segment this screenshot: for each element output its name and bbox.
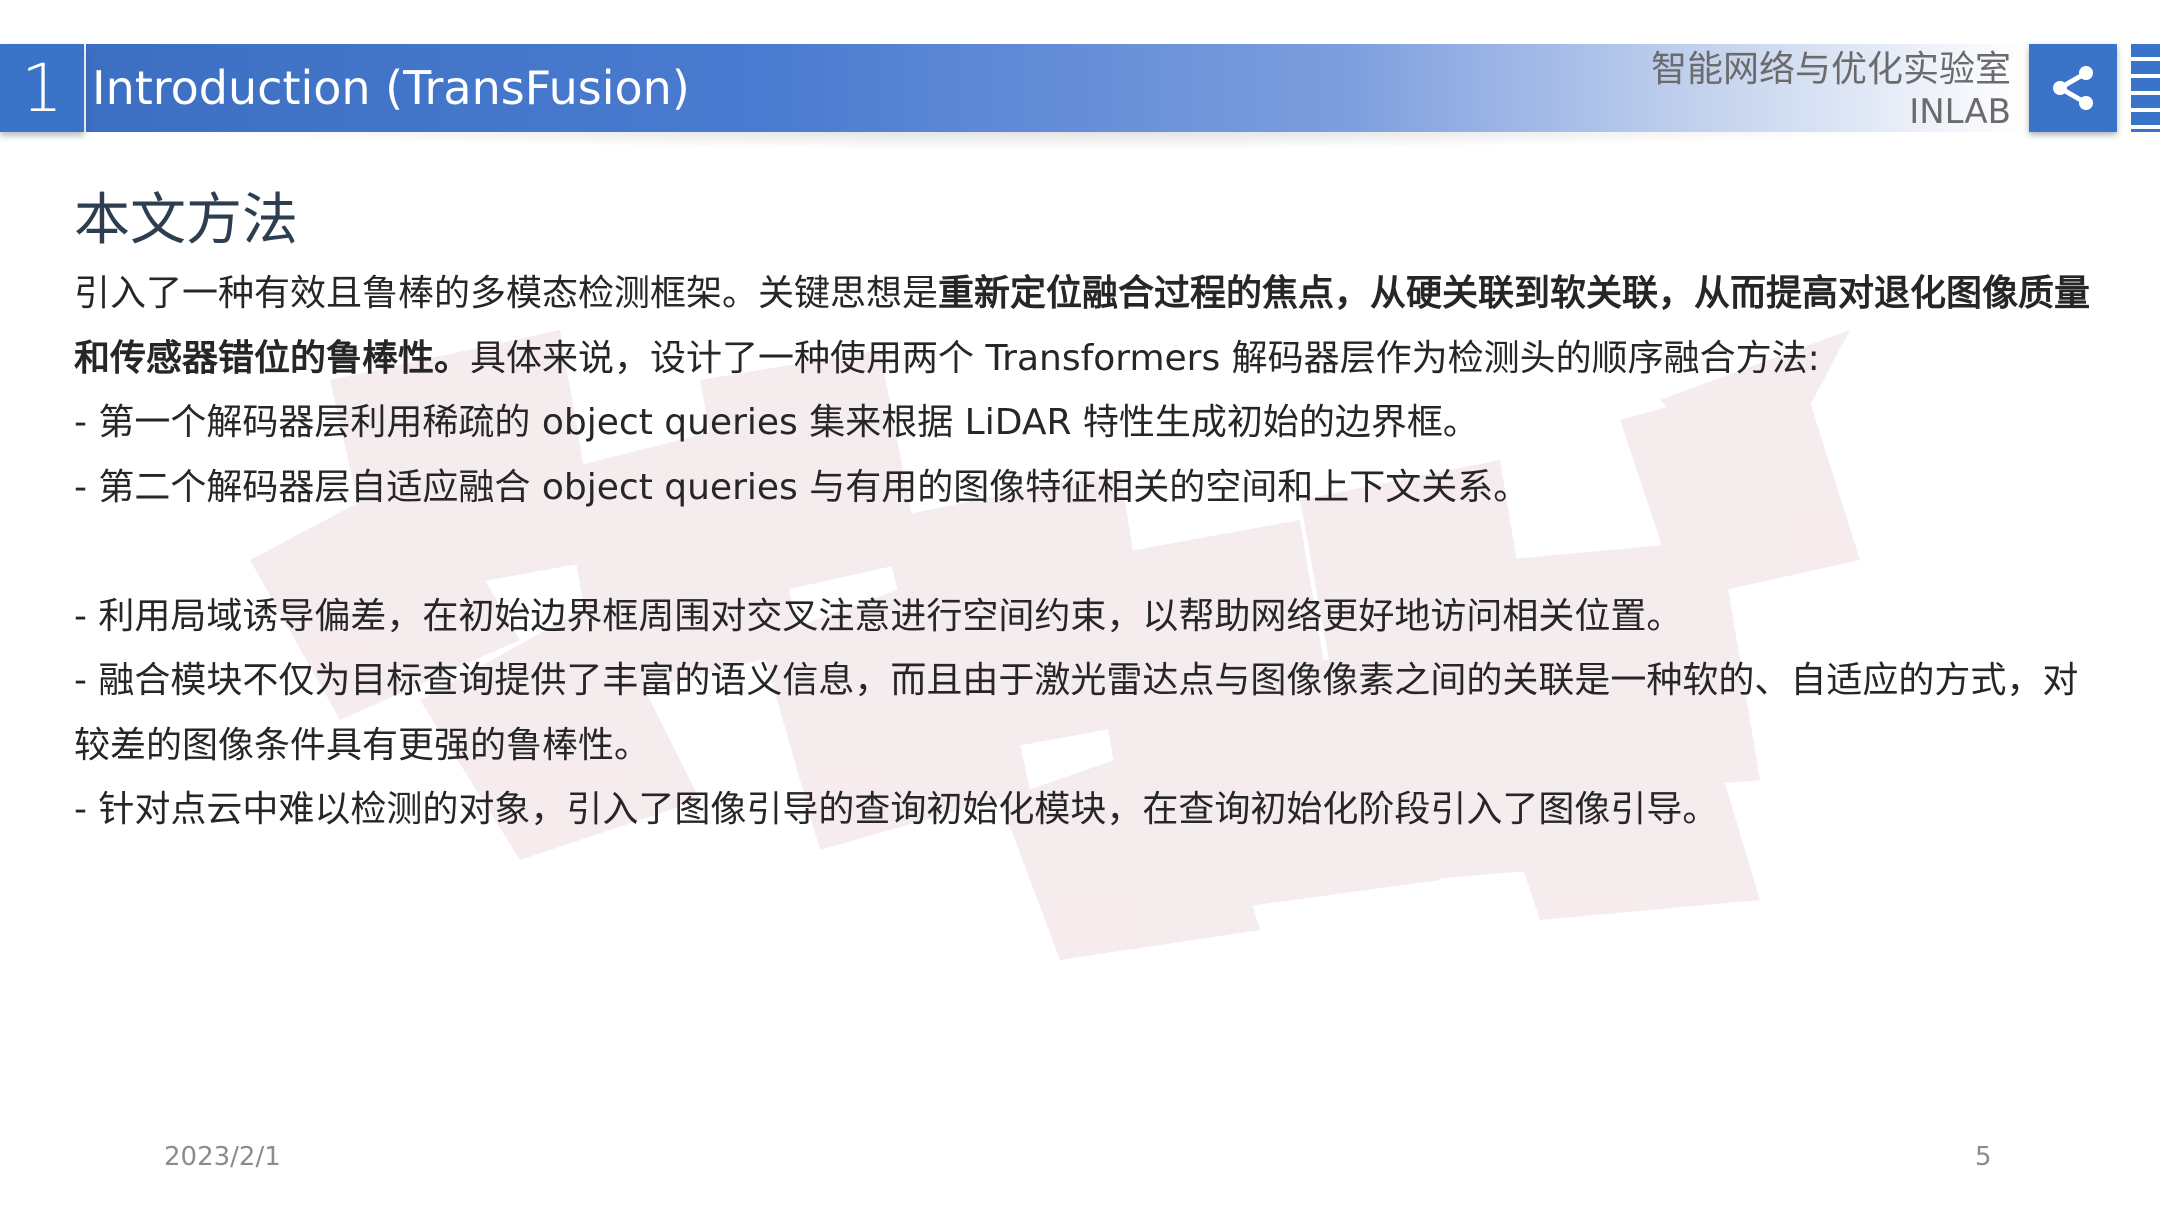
body-text: 引入了一种有效且鲁棒的多模态检测框架。关键思想是重新定位融合过程的焦点，从硬关联… xyxy=(74,262,2094,843)
org-abbr: INLAB xyxy=(1909,92,2011,132)
intro-text-a: 引入了一种有效且鲁棒的多模态检测框架。关键思想是 xyxy=(74,273,939,314)
section-number: 1 xyxy=(21,49,63,127)
slide-title: Introduction (TransFusion) xyxy=(92,61,690,115)
bullet-item: - 第二个解码器层自适应融合 object queries 与有用的图像特征相关… xyxy=(74,466,1530,508)
section-heading: 本文方法 xyxy=(74,188,298,253)
bullet-item: - 融合模块不仅为目标查询提供了丰富的语义信息，而且由于激光雷达点与图像像素之间… xyxy=(74,660,2079,766)
share-icon xyxy=(2053,66,2093,110)
bullet-item: - 针对点云中难以检测的对象，引入了图像引导的查询初始化模块，在查询初始化阶段引… xyxy=(74,789,1719,830)
bullet-item: - 第一个解码器层利用稀疏的 object queries 集来根据 LiDAR… xyxy=(74,402,1479,443)
section-number-badge: 1 xyxy=(0,44,84,132)
share-button[interactable] xyxy=(2029,44,2117,132)
intro-paragraph: 引入了一种有效且鲁棒的多模态检测框架。关键思想是重新定位融合过程的焦点，从硬关联… xyxy=(74,262,2094,391)
edge-tab-decoration xyxy=(2131,44,2160,132)
page-number: 5 xyxy=(1975,1142,1992,1172)
footer-date: 2023/2/1 xyxy=(164,1142,281,1172)
bullet-item: - 利用局域诱导偏差，在初始边界框周围对交叉注意进行空间约束，以帮助网络更好地访… xyxy=(74,595,1683,637)
org-name: 智能网络与优化实验室 xyxy=(1650,49,2011,90)
intro-text-b: 具体来说，设计了一种使用两个 Transformers 解码器层作为检测头的顺序… xyxy=(470,337,1820,379)
